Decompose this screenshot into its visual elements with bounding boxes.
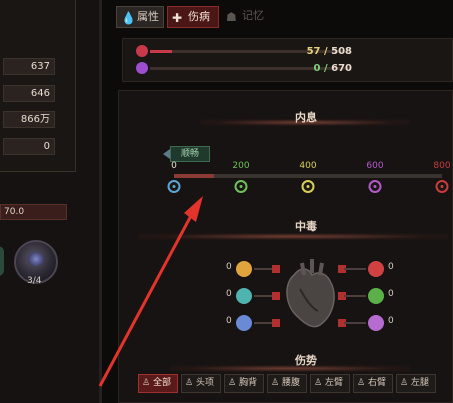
poison-section-title: 中毒 xyxy=(295,220,317,233)
tab-attributes[interactable]: 💧 属性 xyxy=(116,6,164,28)
health-value: 57 / 508 xyxy=(306,46,352,57)
body-part-tabs: ♙ 全部 ♙ 头项 ♙ 胸背 ♙ 腰腹 ♙ 左臂 ♙ 右臂 ♙ 左腿 xyxy=(138,374,453,394)
poison-value: 0 xyxy=(226,289,232,299)
tab-body-all[interactable]: ♙ 全部 xyxy=(138,374,178,393)
tab-injury-label: 伤病 xyxy=(188,10,210,23)
poison-connector xyxy=(344,295,366,297)
tab-memory[interactable]: ☗ 记忆 xyxy=(222,6,272,28)
heart-icon xyxy=(136,45,148,57)
qi-node-icon[interactable] xyxy=(167,180,181,193)
green-orb-icon[interactable] xyxy=(0,246,4,276)
qi-node-icon[interactable] xyxy=(301,180,315,193)
poison-value: 0 xyxy=(226,262,232,272)
poison-type-icon xyxy=(236,288,252,304)
character-stats-panel: 637 646 866万 0 70.0 3/4 xyxy=(0,0,100,403)
qi-meter-track xyxy=(174,174,442,178)
tab-body-right-arm[interactable]: ♙ 右臂 xyxy=(353,374,393,393)
inner-energy-value: 0 / 670 xyxy=(313,63,352,74)
poison-row-right[interactable]: 0 xyxy=(334,315,394,331)
poison-type-icon xyxy=(368,315,384,331)
poison-title-glow xyxy=(138,233,448,240)
poison-plug xyxy=(272,292,280,300)
stat-value-3: 866万 xyxy=(3,111,55,128)
body-icon: ♙ xyxy=(400,378,409,388)
qi-status-tag: 顺畅 xyxy=(170,146,210,162)
poison-plug xyxy=(272,265,280,273)
body-icon: ♙ xyxy=(271,378,280,388)
tab-body-left-arm[interactable]: ♙ 左臂 xyxy=(310,374,350,393)
body-icon: ♙ xyxy=(185,378,194,388)
orb-count: 3/4 xyxy=(27,276,42,286)
tab-memory-label: 记忆 xyxy=(242,9,264,22)
stat-value-1: 637 xyxy=(3,58,55,75)
body-icon: ♙ xyxy=(228,378,237,388)
injury-panel xyxy=(112,30,453,403)
bandage-icon: ✚ xyxy=(172,11,183,25)
poison-value: 0 xyxy=(226,316,232,326)
status-pointer-icon xyxy=(163,149,170,159)
qi-node-icon[interactable] xyxy=(368,180,382,193)
poison-type-icon xyxy=(236,261,252,277)
qi-tick-label: 200 xyxy=(232,161,250,171)
heart-organ-icon xyxy=(286,259,335,328)
tab-body-abdomen[interactable]: ♙ 腰腹 xyxy=(267,374,307,393)
poison-row-left[interactable]: 0 xyxy=(226,315,286,331)
poison-row-right[interactable]: 0 xyxy=(334,288,394,304)
poison-plug xyxy=(272,319,280,327)
health-row: 57 / 508 xyxy=(136,45,453,59)
poison-type-icon xyxy=(236,315,252,331)
qi-meter-fill xyxy=(174,174,215,178)
tab-attributes-label: 属性 xyxy=(137,10,159,23)
stat-bar: 70.0 xyxy=(0,204,67,220)
droplet-icon: 💧 xyxy=(121,11,136,25)
qi-tick-label: 400 xyxy=(299,161,317,171)
poison-connector xyxy=(344,322,366,324)
tab-injury[interactable]: ✚ 伤病 xyxy=(167,6,219,28)
inner-energy-row: 0 / 670 xyxy=(136,62,453,76)
tab-body-chest[interactable]: ♙ 胸背 xyxy=(224,374,264,393)
qi-node-icon[interactable] xyxy=(234,180,248,193)
poison-type-icon xyxy=(368,288,384,304)
body-icon: ♙ xyxy=(142,378,151,388)
health-fill xyxy=(150,50,173,53)
poison-value: 0 xyxy=(388,262,394,272)
panel-divider xyxy=(99,0,102,403)
tab-body-head[interactable]: ♙ 头项 xyxy=(181,374,221,393)
body-icon: ♙ xyxy=(314,378,323,388)
poison-row-left[interactable]: 0 xyxy=(226,261,286,277)
stat-value-2: 646 xyxy=(3,85,55,102)
qi-tick-label: 800 xyxy=(433,161,451,171)
poison-type-icon xyxy=(368,261,384,277)
poison-row-right[interactable]: 0 xyxy=(334,261,394,277)
spirit-icon xyxy=(136,62,148,74)
injury-section-title: 伤势 xyxy=(295,354,317,367)
poison-value: 0 xyxy=(388,316,394,326)
poison-connector xyxy=(344,268,366,270)
stat-value-4: 0 xyxy=(3,138,55,155)
poison-row-left[interactable]: 0 xyxy=(226,288,286,304)
qi-tick-label: 600 xyxy=(366,161,384,171)
figure-icon: ☗ xyxy=(226,10,237,24)
qi-section-title: 内息 xyxy=(295,111,317,124)
poison-value: 0 xyxy=(388,289,394,299)
body-icon: ♙ xyxy=(357,378,366,388)
qi-tick-label: 0 xyxy=(171,161,177,171)
tab-body-left-leg[interactable]: ♙ 左腿 xyxy=(396,374,436,393)
qi-node-icon[interactable] xyxy=(435,180,449,193)
